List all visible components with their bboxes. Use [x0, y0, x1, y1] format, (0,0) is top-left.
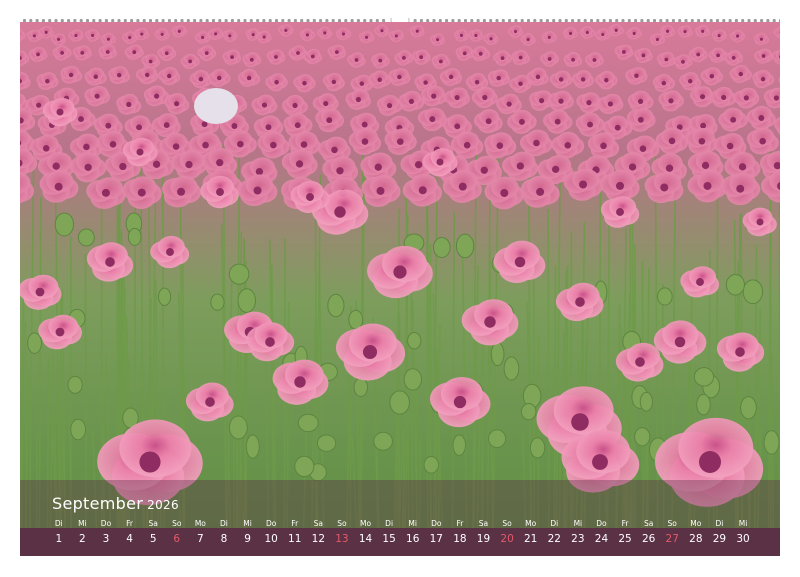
- poppy-bud: [389, 390, 410, 415]
- day-number: 17: [429, 533, 443, 545]
- poppy-bud: [327, 293, 345, 318]
- poppy-bud: [157, 287, 172, 307]
- poppy-bud: [70, 418, 87, 441]
- month-name: September: [52, 494, 144, 513]
- day-number: 11: [288, 533, 302, 545]
- distant-poppy: [98, 44, 117, 60]
- distant-poppy: [677, 25, 693, 38]
- day-number: 30: [736, 533, 750, 545]
- poppy-bud: [245, 434, 260, 459]
- poppy-bud: [763, 430, 780, 455]
- poppy-bud: [503, 356, 520, 381]
- poppy-bud: [693, 367, 715, 387]
- day-number: 29: [712, 533, 727, 545]
- day-number: 27: [665, 533, 679, 545]
- poppy-bud: [696, 393, 711, 416]
- day-number: 23: [571, 533, 585, 545]
- day-number: 12: [311, 533, 326, 545]
- white-poppy: [194, 88, 238, 124]
- poppy-bud: [407, 332, 422, 350]
- day-number: 3: [102, 533, 110, 545]
- day-number: 14: [358, 533, 373, 545]
- poppy-bud: [634, 427, 651, 447]
- poppy-bud: [423, 456, 440, 474]
- poppy-bud: [228, 263, 250, 285]
- poppy-bud: [210, 293, 225, 311]
- poppy-bud: [740, 396, 757, 420]
- day-number: 20: [500, 533, 514, 545]
- day-number: 10: [264, 533, 278, 545]
- poppy-bud: [520, 403, 537, 421]
- day-number: 1: [55, 533, 63, 545]
- day-number: 28: [689, 533, 703, 545]
- day-number: 13: [335, 533, 349, 545]
- poppy-bud: [373, 431, 393, 451]
- poppy-bud: [228, 415, 248, 440]
- day-number: 26: [641, 533, 656, 545]
- day-number: 15: [382, 533, 396, 545]
- poppy-bud: [294, 455, 315, 478]
- day-row: 1 2 3 4 5 6 7 8 9 10 11 12 13 14 15 16 17 18 19 20 21 22 23 24 2…: [47, 531, 755, 547]
- poppy-bud: [127, 227, 142, 246]
- poppy-bud: [403, 368, 423, 391]
- poppy-bud: [54, 212, 74, 237]
- poppy-bud: [490, 342, 505, 367]
- day-number: 19: [476, 533, 491, 545]
- poppy-bud: [487, 429, 507, 449]
- poppy-bud: [27, 332, 42, 354]
- poppy-bud: [77, 228, 95, 247]
- day-number: 2: [79, 533, 86, 545]
- day-number: 8: [220, 533, 228, 545]
- day-number: 6: [173, 533, 181, 545]
- day-number: 18: [453, 533, 467, 545]
- day-number: 24: [594, 533, 609, 545]
- poppy-bud: [742, 279, 764, 305]
- day-number: 7: [197, 533, 204, 545]
- poppy-flower: [600, 196, 640, 228]
- poppy-bud: [725, 273, 745, 296]
- day-number: 21: [523, 533, 538, 545]
- poppy-bud: [297, 413, 319, 433]
- poppy-bud: [452, 434, 466, 456]
- poppy-bud: [657, 287, 673, 306]
- poppy-bud: [529, 437, 546, 459]
- poppy-field-photo: [20, 22, 780, 528]
- day-number: 5: [149, 533, 157, 545]
- month-title: September 2026: [52, 494, 179, 513]
- poppy-bud: [639, 391, 653, 412]
- day-number: 16: [406, 533, 420, 545]
- day-number: 9: [244, 533, 251, 545]
- day-number: 22: [547, 533, 561, 545]
- month-year: 2026: [147, 498, 179, 512]
- poppy-bud: [353, 377, 369, 397]
- poppy-bud: [316, 434, 337, 452]
- poppy-bud: [455, 233, 475, 259]
- poppy-bud: [432, 236, 451, 258]
- poppy-bud: [237, 288, 257, 313]
- day-number: 25: [618, 533, 632, 545]
- poppy-bud: [67, 375, 83, 394]
- day-number: 4: [126, 533, 133, 545]
